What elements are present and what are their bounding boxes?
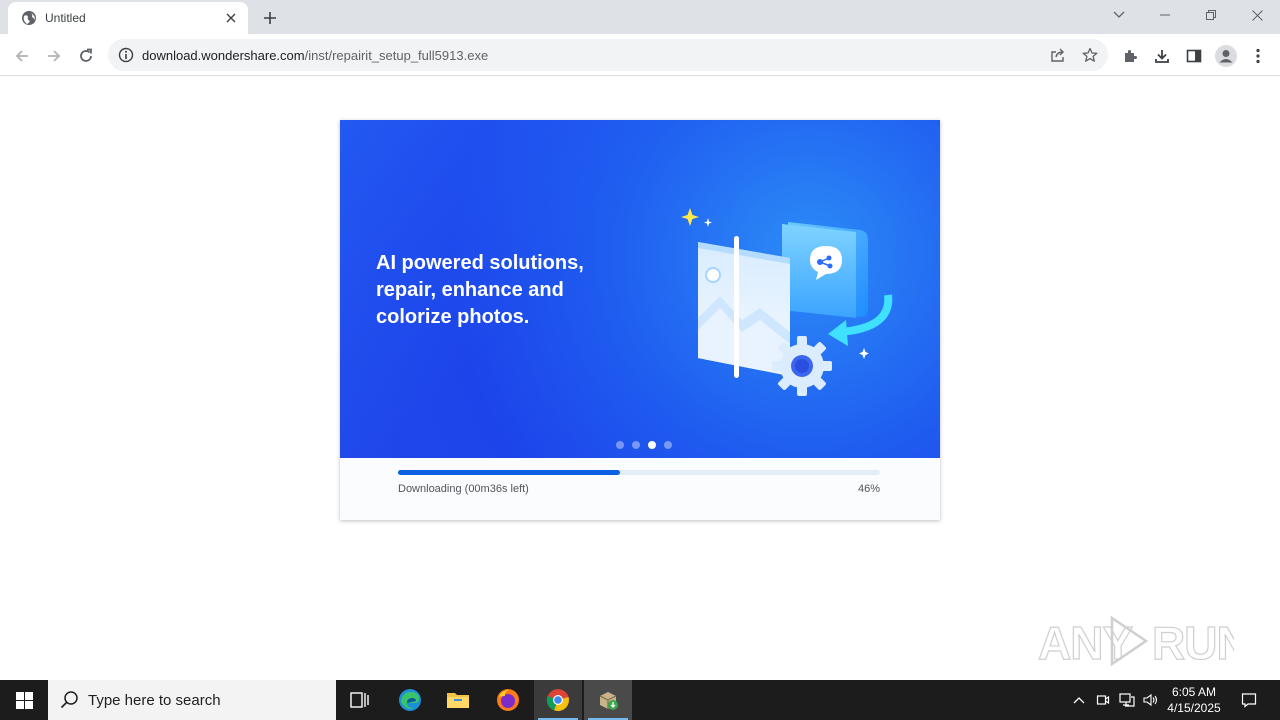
- carousel-dot[interactable]: [616, 441, 624, 449]
- installer-taskbar-icon[interactable]: [584, 680, 632, 720]
- svg-text:RUN: RUN: [1152, 617, 1234, 669]
- close-window-icon[interactable]: [1234, 0, 1280, 30]
- address-bar[interactable]: download.wondershare.com/inst/repairit_s…: [108, 39, 1108, 71]
- reload-icon[interactable]: [72, 42, 100, 70]
- meet-now-icon[interactable]: [1092, 680, 1114, 720]
- windows-taskbar: Type here to search 6:05 AM 4/15/2025: [0, 680, 1280, 720]
- new-tab-icon[interactable]: [258, 6, 282, 30]
- globe-icon: [22, 11, 36, 25]
- extensions-icon[interactable]: [1116, 42, 1144, 70]
- notification-center-icon[interactable]: [1234, 680, 1264, 720]
- windows-start-icon[interactable]: [0, 680, 48, 720]
- tray-overflow-chevron-icon[interactable]: [1068, 680, 1090, 720]
- close-tab-icon[interactable]: [222, 9, 240, 27]
- download-progress-panel: Downloading (00m36s left) 46%: [340, 458, 940, 520]
- edge-browser-icon[interactable]: [386, 680, 434, 720]
- carousel-dot[interactable]: [632, 441, 640, 449]
- bookmark-star-icon[interactable]: [1076, 41, 1104, 69]
- task-view-icon[interactable]: [336, 680, 384, 720]
- download-icon[interactable]: [1148, 42, 1176, 70]
- browser-toolbar: download.wondershare.com/inst/repairit_s…: [0, 34, 1280, 76]
- tab-search-icon[interactable]: [1096, 0, 1142, 30]
- network-icon[interactable]: [1116, 680, 1138, 720]
- side-panel-icon[interactable]: [1180, 42, 1208, 70]
- promo-banner: AI powered solutions, repair, enhance an…: [340, 120, 940, 458]
- photo-repair-illustration-icon: [681, 208, 893, 396]
- url-text[interactable]: download.wondershare.com/inst/repairit_s…: [142, 48, 488, 63]
- url-path: /inst/repairit_setup_full5913.exe: [304, 47, 489, 63]
- tab-strip: Untitled: [0, 0, 1280, 34]
- chrome-taskbar-icon[interactable]: [534, 680, 582, 720]
- url-host: download.wondershare.com: [142, 47, 305, 63]
- taskbar-clock[interactable]: 6:05 AM 4/15/2025: [1158, 684, 1230, 716]
- search-icon: [60, 691, 78, 709]
- firefox-icon[interactable]: [484, 680, 532, 720]
- file-explorer-icon[interactable]: [434, 680, 482, 720]
- browser-tab[interactable]: Untitled: [8, 2, 248, 34]
- banner-headline: AI powered solutions, repair, enhance an…: [376, 252, 584, 328]
- profile-avatar-icon[interactable]: [1212, 42, 1240, 70]
- installer-window: AI powered solutions, repair, enhance an…: [340, 120, 940, 520]
- forward-icon[interactable]: [40, 42, 68, 70]
- carousel-dot[interactable]: [664, 441, 672, 449]
- tab-title: Untitled: [45, 11, 86, 25]
- menu-kebab-icon[interactable]: [1244, 42, 1272, 70]
- clock-time: 6:05 AM: [1171, 685, 1217, 699]
- back-icon[interactable]: [8, 42, 36, 70]
- site-info-icon[interactable]: [118, 47, 134, 63]
- taskbar-search-box[interactable]: Type here to search: [48, 680, 336, 720]
- clock-date: 4/15/2025: [1167, 701, 1221, 715]
- restore-icon[interactable]: [1188, 0, 1234, 30]
- download-status: Downloading (00m36s left): [398, 483, 529, 495]
- carousel-dot-active[interactable]: [648, 441, 656, 449]
- share-icon[interactable]: [1044, 41, 1072, 69]
- search-placeholder: Type here to search: [88, 691, 221, 709]
- download-percent: 46%: [857, 483, 880, 495]
- carousel-dots: [340, 441, 940, 449]
- minimize-icon[interactable]: [1142, 0, 1188, 30]
- anyrun-watermark-logo: ANY RUN: [1038, 612, 1234, 670]
- progress-fill: [398, 470, 620, 475]
- progress-track: [398, 470, 880, 475]
